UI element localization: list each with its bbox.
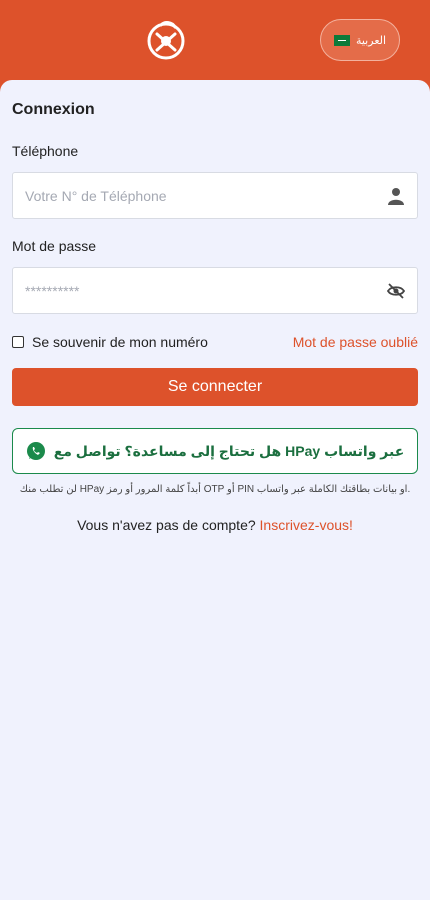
password-label: Mot de passe <box>12 238 97 254</box>
page-title: Connexion <box>12 101 95 118</box>
remember-checkbox[interactable] <box>12 336 24 348</box>
signup-link[interactable]: Inscrivez-vous! <box>260 517 353 533</box>
signup-prompt: Vous n'avez pas de compte? Inscrivez-vou… <box>0 517 430 533</box>
phone-field[interactable]: Votre N° de Téléphone <box>12 172 418 219</box>
brand-logo-icon[interactable] <box>145 18 187 60</box>
security-notice: .او بيانات بطاقتك الكاملة عبر واتساب PIN… <box>19 484 411 495</box>
app-header: العربية <box>0 0 430 80</box>
phone-placeholder: Votre N° de Téléphone <box>25 188 167 204</box>
phone-label: Téléphone <box>12 143 79 159</box>
forgot-password-link[interactable]: Mot de passe oublié <box>293 334 418 350</box>
signup-text: Vous n'avez pas de compte? <box>77 517 260 533</box>
password-field[interactable]: ********** <box>12 267 418 314</box>
password-placeholder: ********** <box>25 283 80 299</box>
eye-off-icon[interactable] <box>387 282 405 300</box>
saudi-flag-icon <box>333 34 350 46</box>
remember-me[interactable]: Se souvenir de mon numéro <box>12 334 208 350</box>
remember-label: Se souvenir de mon numéro <box>32 334 208 350</box>
whatsapp-support-button[interactable]: عبر واتساب HPay هل تحتاج إلى مساعدة؟ توا… <box>12 428 418 474</box>
login-button[interactable]: Se connecter <box>12 368 418 406</box>
login-card: Connexion Téléphone Votre N° de Téléphon… <box>0 80 430 900</box>
user-icon <box>388 188 404 205</box>
whatsapp-label: عبر واتساب HPay هل تحتاج إلى مساعدة؟ توا… <box>53 442 405 459</box>
language-label: العربية <box>355 34 387 47</box>
whatsapp-icon <box>26 442 45 460</box>
language-switch-button[interactable]: العربية <box>320 19 400 61</box>
